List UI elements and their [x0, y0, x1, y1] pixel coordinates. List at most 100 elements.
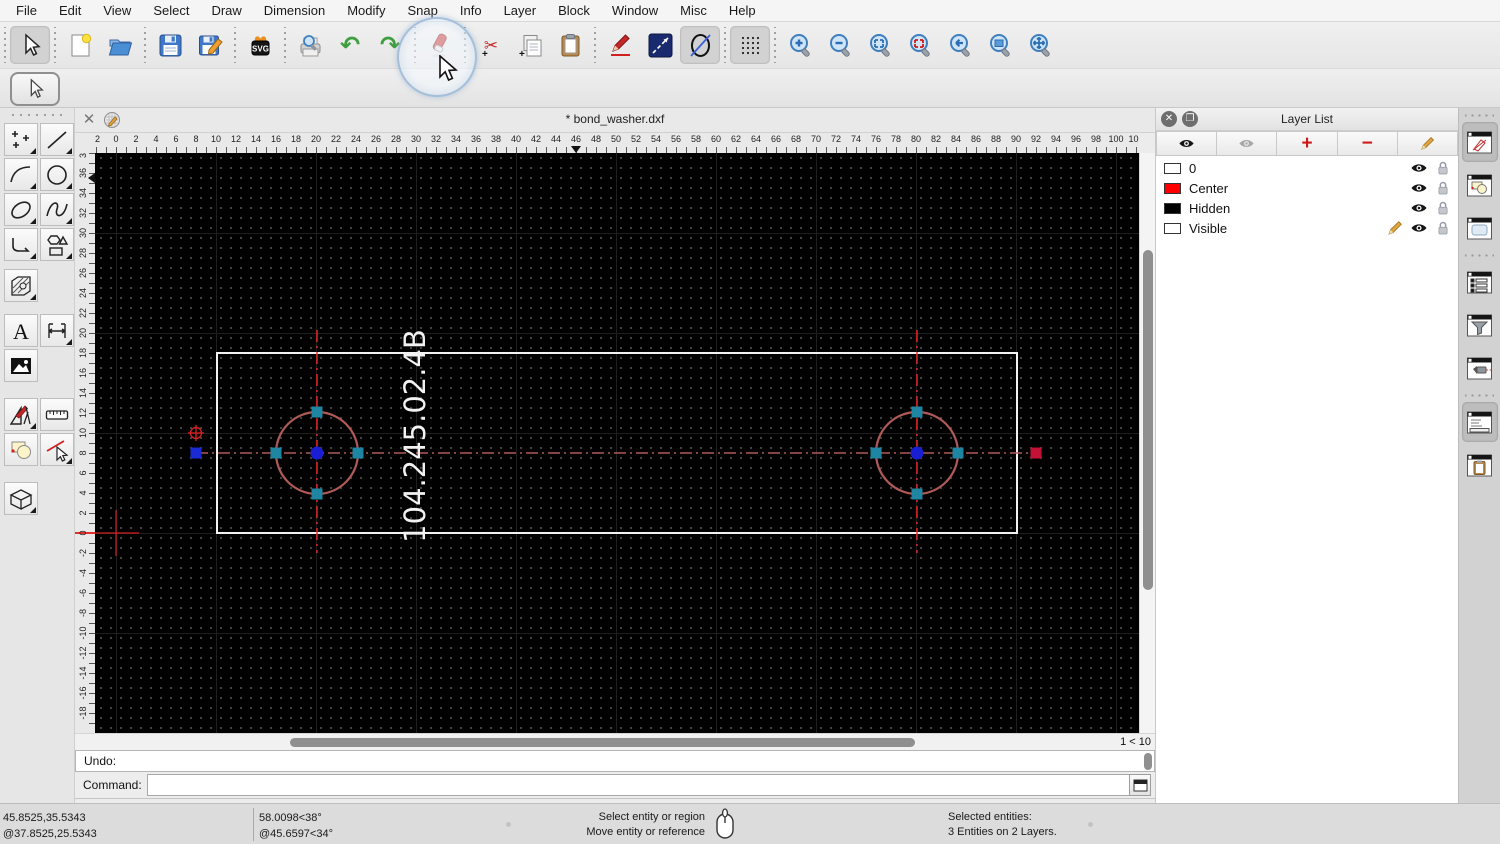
- ellipse-draw-tool-button[interactable]: [4, 193, 38, 226]
- dock-clipboard-window-button[interactable]: [1462, 445, 1498, 485]
- edit-layer-button[interactable]: [1397, 131, 1459, 156]
- layer-lock-icon[interactable]: [1434, 219, 1452, 237]
- canvas-horizontal-scrollbar[interactable]: 1 < 10: [75, 733, 1155, 750]
- circle-tool-button[interactable]: [40, 158, 74, 191]
- arc-tool-button[interactable]: [4, 158, 38, 191]
- spline-tool-button[interactable]: [40, 193, 74, 226]
- svg-export-button[interactable]: SVG: [240, 26, 280, 64]
- menu-layer[interactable]: Layer: [504, 3, 537, 18]
- palette-drag-handle[interactable]: [8, 110, 66, 120]
- select-modify-tool-button[interactable]: [40, 433, 74, 466]
- menu-block[interactable]: Block: [558, 3, 590, 18]
- hatch-tool-button[interactable]: [4, 269, 38, 302]
- menu-snap[interactable]: Snap: [408, 3, 438, 18]
- selection-pointer-button[interactable]: [10, 72, 60, 106]
- layer-visibility-eye-icon[interactable]: [1410, 219, 1428, 237]
- new-document-button[interactable]: [60, 26, 100, 64]
- cut-button[interactable]: ✂ +: [470, 26, 510, 64]
- zoom-redraw-button[interactable]: [900, 26, 940, 64]
- toolbar-drag-handle[interactable]: [0, 27, 10, 63]
- layer-color-swatch[interactable]: [1164, 202, 1181, 214]
- copy-button[interactable]: +: [510, 26, 550, 64]
- zoom-out-button[interactable]: [820, 26, 860, 64]
- zoom-previous-button[interactable]: [940, 26, 980, 64]
- save-button[interactable]: [150, 26, 190, 64]
- line-segment-button[interactable]: [640, 26, 680, 64]
- menu-edit[interactable]: Edit: [59, 3, 81, 18]
- menu-modify[interactable]: Modify: [347, 3, 385, 18]
- draw-pen-button[interactable]: [600, 26, 640, 64]
- layer-row-visible[interactable]: Visible: [1156, 218, 1458, 238]
- open-folder-button[interactable]: [100, 26, 140, 64]
- v-ruler-label: 16: [78, 368, 88, 379]
- horizontal-scrollbar-thumb[interactable]: [290, 738, 915, 747]
- dock-blank-window-button[interactable]: [1462, 208, 1498, 248]
- history-scrollbar-thumb[interactable]: [1144, 753, 1152, 770]
- eraser-button[interactable]: [420, 26, 460, 64]
- menu-help[interactable]: Help: [729, 3, 756, 18]
- layer-color-swatch[interactable]: [1164, 222, 1181, 234]
- hide-all-layers-button[interactable]: [1217, 131, 1278, 156]
- line-tool-button[interactable]: [40, 123, 74, 156]
- menu-select[interactable]: Select: [153, 3, 189, 18]
- dock-shapes-window-button[interactable]: [1462, 165, 1498, 205]
- dock-tool-window-button[interactable]: [1462, 348, 1498, 388]
- dimension-tool-button[interactable]: [40, 314, 74, 347]
- shapes-window-icon: [1467, 174, 1492, 196]
- command-window-toggle-button[interactable]: [1129, 774, 1151, 796]
- menu-file[interactable]: File: [16, 3, 37, 18]
- save-as-button[interactable]: [190, 26, 230, 64]
- text-tool-button[interactable]: A: [4, 314, 38, 347]
- dock-list-window-button[interactable]: [1462, 262, 1498, 302]
- cube-tool-button[interactable]: [4, 482, 38, 515]
- menu-window[interactable]: Window: [612, 3, 658, 18]
- menu-info[interactable]: Info: [460, 3, 482, 18]
- layer-row-center[interactable]: Center: [1156, 178, 1458, 198]
- layer-visibility-eye-icon[interactable]: [1410, 159, 1428, 177]
- points-tool-button[interactable]: [4, 123, 38, 156]
- layer-editing-pencil-icon: [1386, 219, 1404, 237]
- layer-visibility-eye-icon[interactable]: [1410, 199, 1428, 217]
- measure-tool-button[interactable]: [40, 398, 74, 431]
- layer-lock-icon[interactable]: [1434, 199, 1452, 217]
- menu-misc[interactable]: Misc: [680, 3, 707, 18]
- polyline-tool-button[interactable]: [4, 228, 38, 261]
- dock-pen-window-button[interactable]: [1461, 122, 1498, 162]
- canvas-vertical-scrollbar[interactable]: [1139, 153, 1155, 733]
- menu-dimension[interactable]: Dimension: [264, 3, 325, 18]
- dock-filter-window-button[interactable]: [1462, 305, 1498, 345]
- paste-button[interactable]: [550, 26, 590, 64]
- select-arrow-button[interactable]: [10, 26, 50, 64]
- layer-color-swatch[interactable]: [1164, 162, 1181, 174]
- vertical-scrollbar-thumb[interactable]: [1143, 250, 1153, 590]
- command-input[interactable]: [147, 774, 1132, 796]
- layer-row-0[interactable]: 0: [1156, 158, 1458, 178]
- print-preview-button[interactable]: [290, 26, 330, 64]
- add-layer-button[interactable]: +: [1277, 131, 1338, 156]
- layer-lock-icon[interactable]: [1434, 179, 1452, 197]
- layer-row-hidden[interactable]: Hidden: [1156, 198, 1458, 218]
- image-tool-button[interactable]: [4, 349, 38, 382]
- dock-drag-handle[interactable]: [1465, 111, 1494, 119]
- layer-color-swatch[interactable]: [1164, 182, 1181, 194]
- redo-button[interactable]: ↷: [370, 26, 410, 64]
- zoom-in-button[interactable]: [780, 26, 820, 64]
- ellipse-tool-button[interactable]: [680, 26, 720, 64]
- dock-command-window-button[interactable]: [1461, 402, 1498, 442]
- order-tool-button[interactable]: [4, 433, 38, 466]
- drawing-canvas[interactable]: 104.245.02.4B: [95, 153, 1139, 733]
- grid-toggle-button[interactable]: [730, 26, 770, 64]
- menu-draw[interactable]: Draw: [211, 3, 241, 18]
- zoom-window-button[interactable]: [980, 26, 1020, 64]
- zoom-pan-button[interactable]: [1020, 26, 1060, 64]
- zoom-auto-button[interactable]: [860, 26, 900, 64]
- layer-lock-icon[interactable]: [1434, 159, 1452, 177]
- show-all-layers-button[interactable]: [1156, 131, 1218, 156]
- menu-view[interactable]: View: [103, 3, 131, 18]
- modify-tool-button[interactable]: [4, 398, 38, 431]
- undo-button[interactable]: ↶: [330, 26, 370, 64]
- polygon-tool-button[interactable]: [40, 228, 74, 261]
- remove-layer-button[interactable]: −: [1337, 131, 1398, 156]
- layer-visibility-eye-icon[interactable]: [1410, 179, 1428, 197]
- drawing-tool-palette: A: [0, 108, 75, 803]
